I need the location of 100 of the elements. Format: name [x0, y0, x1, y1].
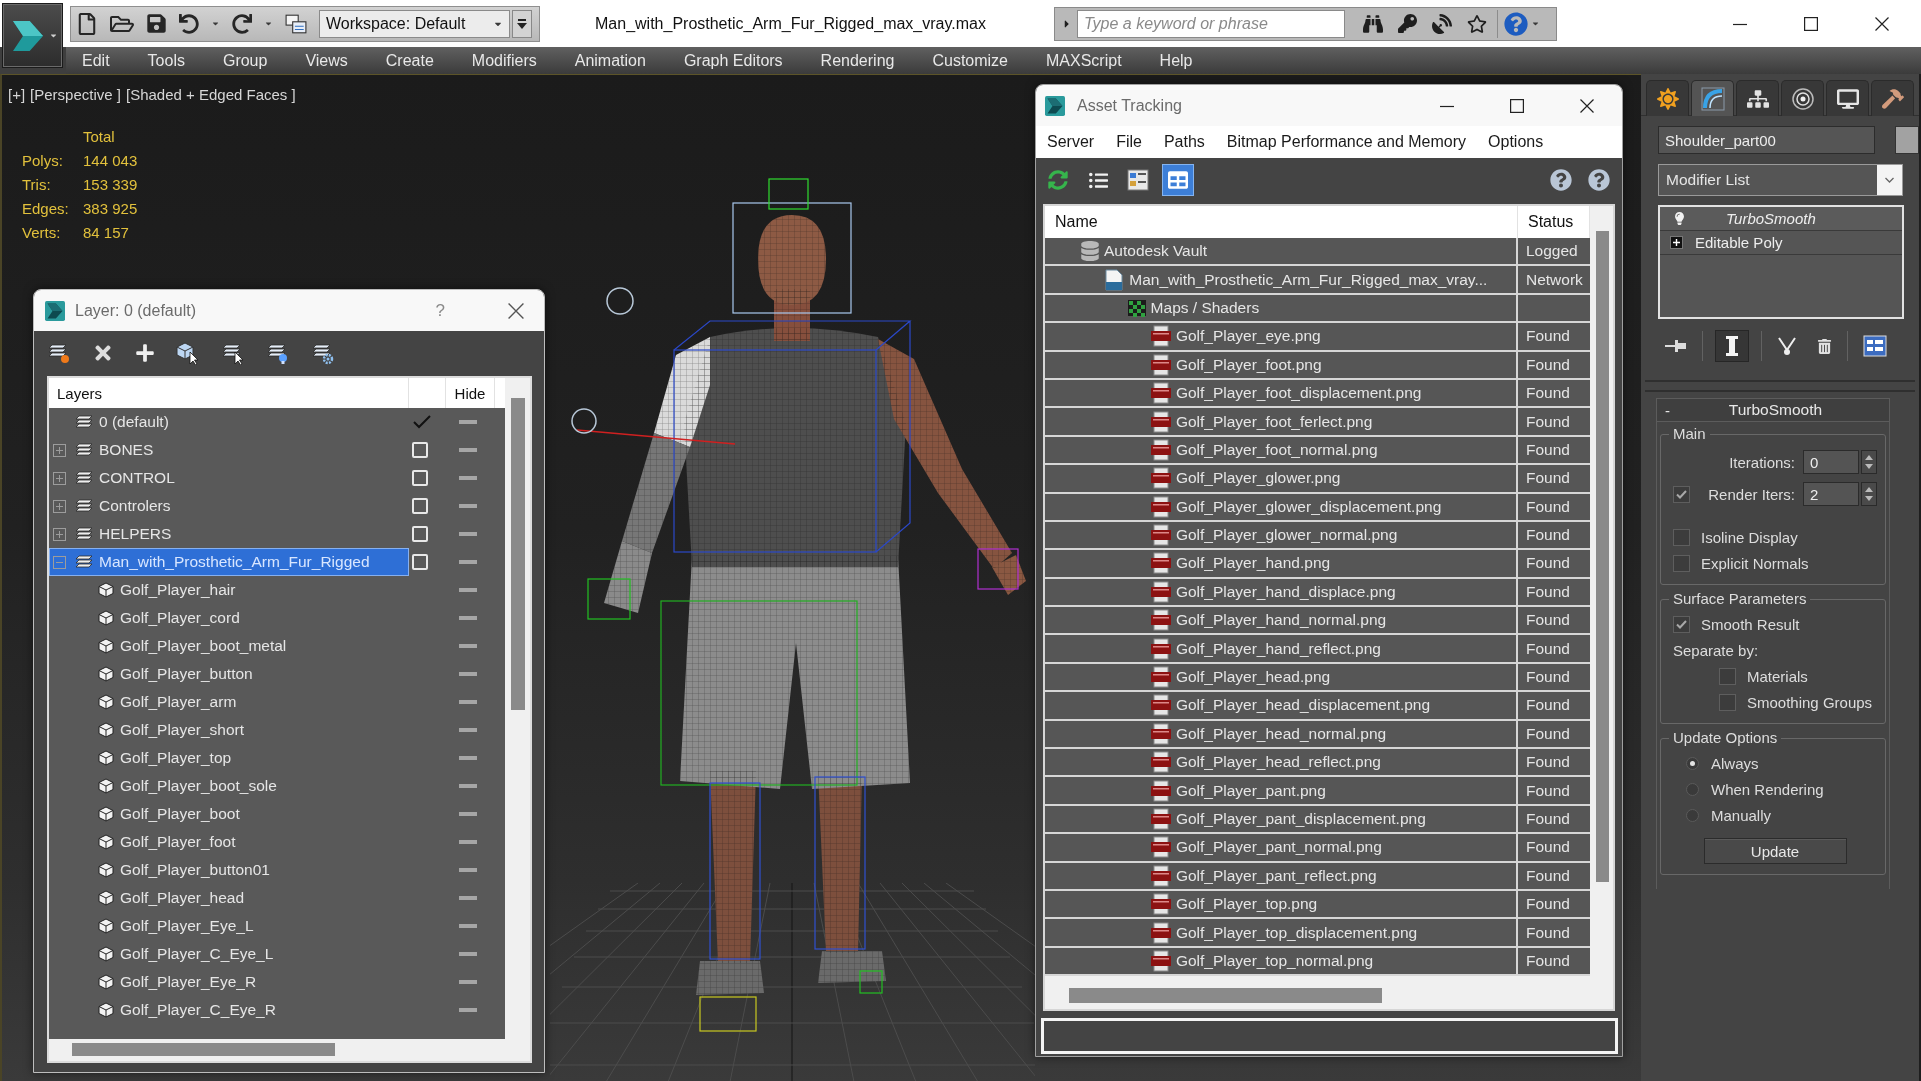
panel-tab[interactable]: [1736, 80, 1779, 116]
layer-item[interactable]: Golf_Player_hair: [49, 576, 409, 604]
layer-item[interactable]: Golf_Player_button01: [49, 856, 409, 884]
layer-bulb-icon[interactable]: [266, 341, 290, 365]
checkbox[interactable]: [1673, 554, 1690, 572]
radio-button[interactable]: [1686, 756, 1699, 770]
scrollbar-thumb[interactable]: [511, 398, 525, 710]
asset-row[interactable]: Golf_Player_top.png Found: [1045, 891, 1590, 920]
layer-item[interactable]: Golf_Player_short: [49, 716, 409, 744]
help-icon[interactable]: [1504, 11, 1528, 36]
layer-item[interactable]: Golf_Player_arm: [49, 688, 409, 716]
asset-row[interactable]: Golf_Player_top_displacement.png Found: [1045, 919, 1590, 948]
checkbox[interactable]: [1719, 693, 1736, 711]
menu-item[interactable]: Edit: [66, 51, 129, 70]
caret-icon[interactable]: [211, 19, 220, 28]
layer-item[interactable]: Golf_Player_button: [49, 660, 409, 688]
layer-item[interactable]: Golf_Player_top: [49, 744, 409, 772]
asset-row[interactable]: Golf_Player_top_normal.png Found: [1045, 947, 1590, 977]
workspace-dropdown[interactable]: Workspace: Default: [319, 9, 510, 38]
status-field[interactable]: [1041, 1018, 1618, 1054]
binoculars-icon[interactable]: [1363, 13, 1383, 34]
layer-item[interactable]: CONTROL: [49, 464, 409, 492]
asset-row[interactable]: Golf_Player_pant_reflect.png Found: [1045, 862, 1590, 891]
menu-item[interactable]: Graph Editors: [664, 51, 802, 70]
asset-row[interactable]: Golf_Player_eye.png Found: [1045, 323, 1590, 352]
checkbox[interactable]: [1673, 615, 1690, 633]
checkbox[interactable]: [1673, 528, 1690, 546]
menu-item[interactable]: Rendering: [801, 51, 914, 70]
menu-item[interactable]: File: [1105, 133, 1153, 151]
collapse-toggle[interactable]: -: [1662, 401, 1673, 419]
menu-item[interactable]: Server: [1036, 133, 1106, 151]
object-name-field[interactable]: Shoulder_part00: [1658, 126, 1875, 154]
menu-item[interactable]: Create: [366, 51, 453, 70]
radio-button[interactable]: [1686, 808, 1699, 822]
caret-icon[interactable]: [1531, 19, 1540, 28]
layer-item[interactable]: Golf_Player_C_Eye_R: [49, 996, 409, 1024]
asset-row[interactable]: Golf_Player_hand.png Found: [1045, 550, 1590, 579]
close-icon[interactable]: [1875, 16, 1889, 31]
layer-item[interactable]: Golf_Player_boot: [49, 800, 409, 828]
spinner-arrows-icon[interactable]: [1861, 450, 1877, 474]
asset-row[interactable]: Maps / Shaders: [1045, 294, 1590, 324]
layer-item[interactable]: Golf_Player_Eye_R: [49, 968, 409, 996]
asset-row[interactable]: Golf_Player_head_displacement.png Found: [1045, 692, 1590, 721]
asset-row[interactable]: Golf_Player_glower_normal.png Found: [1045, 521, 1590, 551]
viewport-label[interactable]: [Perspective ]: [30, 86, 121, 104]
layer-item[interactable]: Golf_Player_foot: [49, 828, 409, 856]
stack-tool-button[interactable]: [1715, 330, 1749, 362]
layer-item[interactable]: 0 (default): [49, 408, 409, 436]
layer-item[interactable]: Man_with_Prosthetic_Arm_Fur_Rigged: [49, 548, 409, 576]
viewport-label[interactable]: [+]: [8, 86, 26, 104]
scrollbar-thumb[interactable]: [72, 1043, 335, 1056]
asset-row[interactable]: Golf_Player_foot_displacement.png Found: [1045, 379, 1590, 409]
asset-row[interactable]: Man_with_Prosthetic_Arm_Fur_Rigged_max_vray... Network: [1045, 266, 1590, 295]
menu-item[interactable]: Modifiers: [452, 51, 556, 70]
asset-row[interactable]: Golf_Player_glower.png Found: [1045, 465, 1590, 494]
redo-icon[interactable]: [232, 13, 252, 34]
asset-row[interactable]: Golf_Player_pant.png Found: [1045, 777, 1590, 806]
layer-item[interactable]: Golf_Player_Eye_L: [49, 912, 409, 940]
asset-row[interactable]: Golf_Player_glower_displacement.png Found: [1045, 493, 1590, 522]
stack-item[interactable]: TurboSmooth: [1660, 207, 1902, 231]
menu-item[interactable]: Bitmap Performance and Memory: [1215, 133, 1478, 151]
toolbar-button[interactable]: [1162, 164, 1194, 196]
add-icon[interactable]: [135, 343, 155, 363]
asset-row[interactable]: Golf_Player_hand_displace.png Found: [1045, 578, 1590, 608]
expand-icon[interactable]: [1670, 236, 1683, 249]
asset-row[interactable]: Golf_Player_head.png Found: [1045, 663, 1590, 693]
save-icon[interactable]: [146, 13, 167, 34]
update-button[interactable]: Update: [1703, 838, 1847, 864]
menu-item[interactable]: Options: [1477, 133, 1555, 151]
asset-row[interactable]: Golf_Player_pant_displacement.png Found: [1045, 805, 1590, 835]
project-folder-icon[interactable]: [285, 12, 307, 35]
layer-item[interactable]: BONES: [49, 436, 409, 464]
new-layer-icon[interactable]: [47, 341, 71, 365]
spinner-field[interactable]: 0: [1803, 450, 1859, 474]
menu-item[interactable]: Group: [203, 51, 287, 70]
layer-item[interactable]: Golf_Player_boot_sole: [49, 772, 409, 800]
checkmark-icon[interactable]: [412, 414, 432, 430]
color-swatch[interactable]: [1895, 126, 1919, 154]
menu-item[interactable]: Paths: [1152, 133, 1216, 151]
spinner-arrows-icon[interactable]: [1861, 482, 1877, 506]
layer-item[interactable]: Controlers: [49, 492, 409, 520]
menu-item[interactable]: Customize: [913, 51, 1027, 70]
lightbulb-icon[interactable]: [1673, 212, 1686, 225]
menu-item[interactable]: Tools: [128, 51, 204, 70]
asset-row[interactable]: Golf_Player_hand_reflect.png Found: [1045, 635, 1590, 664]
layer-item[interactable]: Golf_Player_C_Eye_L: [49, 940, 409, 968]
asset-row[interactable]: Autodesk Vault Logged: [1045, 238, 1590, 267]
menu-item[interactable]: Help: [1140, 51, 1212, 70]
asset-row[interactable]: Golf_Player_pant_normal.png Found: [1045, 834, 1590, 863]
key-icon[interactable]: [1398, 14, 1417, 33]
select-object-icon[interactable]: [176, 341, 200, 365]
help-icon[interactable]: [1550, 169, 1572, 191]
search-field[interactable]: Type a keyword or phrase: [1077, 9, 1345, 38]
panel-tab[interactable]: [1646, 80, 1689, 116]
checkbox[interactable]: [1673, 485, 1690, 503]
panel-tab[interactable]: [1826, 80, 1869, 116]
satellite-dish-icon[interactable]: [1432, 13, 1452, 34]
menu-item[interactable]: MAXScript: [1027, 51, 1141, 70]
select-layer-icon[interactable]: [221, 341, 245, 365]
close-icon[interactable]: [508, 302, 524, 319]
